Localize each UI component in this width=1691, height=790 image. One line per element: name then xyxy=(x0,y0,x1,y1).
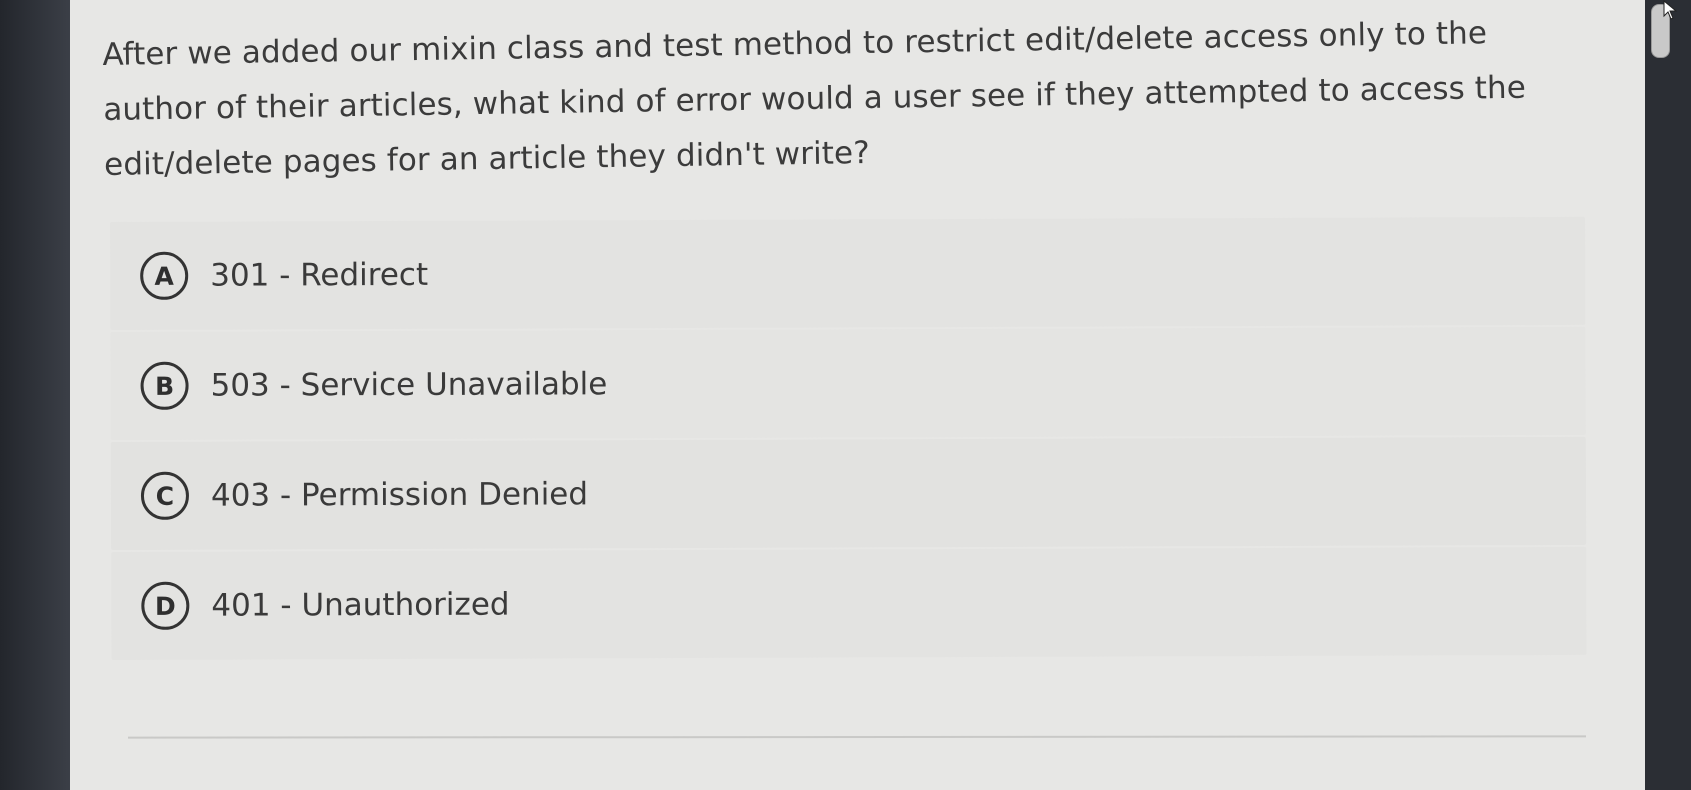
answer-option-c[interactable]: C 403 - Permission Denied xyxy=(110,436,1587,550)
option-label: 503 - Service Unavailable xyxy=(210,366,608,404)
monitor-bezel-left xyxy=(0,0,70,790)
answer-option-a[interactable]: A 301 - Redirect xyxy=(110,216,1586,330)
answer-option-b[interactable]: B 503 - Service Unavailable xyxy=(110,326,1586,440)
option-letter-badge: B xyxy=(140,361,189,410)
option-letter-badge: C xyxy=(140,471,190,520)
option-letter-badge: A xyxy=(140,251,189,300)
answer-option-d[interactable]: D 401 - Unauthorized xyxy=(111,546,1587,660)
option-letter-badge: D xyxy=(141,581,190,630)
question-text: After we added our mixin class and test … xyxy=(102,15,1527,183)
option-label: 403 - Permission Denied xyxy=(210,476,589,514)
monitor-bezel-right xyxy=(1645,0,1691,790)
option-label: 301 - Redirect xyxy=(210,256,429,294)
cursor-arrow-icon xyxy=(1663,0,1678,20)
answer-options-list: A 301 - Redirect B 503 - Service Unavail… xyxy=(110,216,1587,662)
option-label: 401 - Unauthorized xyxy=(211,586,510,624)
